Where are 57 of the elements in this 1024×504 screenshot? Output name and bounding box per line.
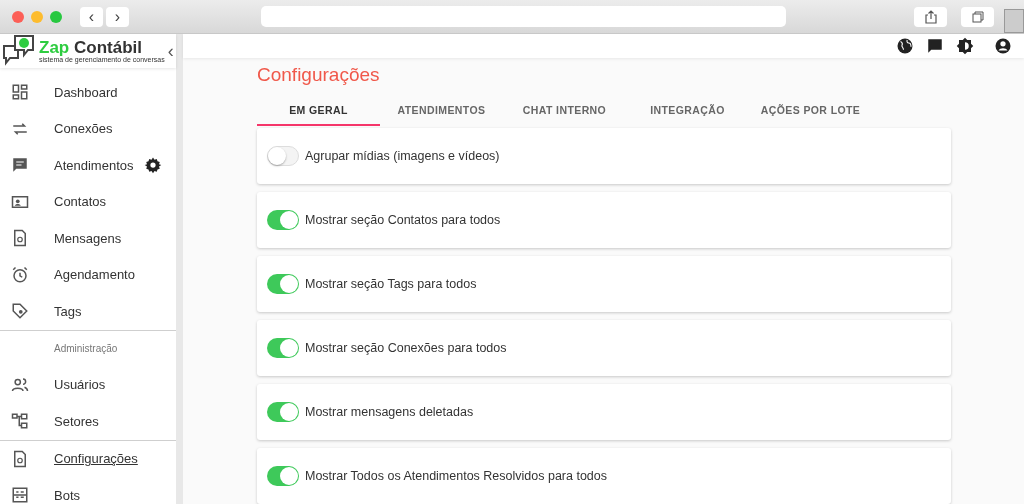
globe-icon[interactable] <box>896 37 914 55</box>
settings-icon[interactable] <box>144 156 162 175</box>
sidebar-item[interactable]: Conexões <box>54 121 113 137</box>
toggle-switch[interactable] <box>267 210 299 230</box>
tree-icon <box>11 412 29 431</box>
tag-icon <box>11 302 29 321</box>
share-icon <box>924 9 937 24</box>
setting-label: Mostrar seção Tags para todos <box>305 277 477 291</box>
tab[interactable]: AÇÕES POR LOTE <box>749 96 872 126</box>
setting-label: Mostrar Todos os Atendimentos Resolvidos para todos <box>305 469 607 483</box>
logo-text: Zap <box>39 38 70 57</box>
maximize-icon[interactable] <box>50 10 62 23</box>
sidebar-item[interactable]: Contatos <box>54 194 107 210</box>
forward-button[interactable]: › <box>106 6 129 27</box>
sidebar-item[interactable]: Agendamento <box>54 267 135 283</box>
toggle-switch[interactable] <box>267 274 299 294</box>
share-button[interactable] <box>914 6 948 27</box>
sidebar-item[interactable]: Bots <box>54 487 80 503</box>
brightness-icon[interactable] <box>956 37 974 55</box>
page-title: Configurações <box>257 64 381 87</box>
sidebar-item[interactable]: Dashboard <box>54 84 118 100</box>
tab[interactable]: EM GERAL <box>257 96 380 126</box>
sidebar-item[interactable]: Setores <box>54 413 99 429</box>
tabs-button[interactable] <box>961 6 995 27</box>
account-icon[interactable] <box>994 37 1012 55</box>
sidebar-item[interactable]: Atendimentos <box>54 157 134 173</box>
tabs-icon <box>971 10 984 23</box>
toggle-switch[interactable] <box>267 466 299 486</box>
setting-label: Mostrar seção Contatos para todos <box>305 213 501 227</box>
section-header: Administração <box>54 343 118 354</box>
toggle-switch[interactable] <box>267 402 299 422</box>
setting-label: Mostrar mensagens deletadas <box>305 405 474 419</box>
tab[interactable]: CHAT INTERNO <box>503 96 626 126</box>
sidebar-item[interactable]: Usuários <box>54 377 106 393</box>
alarm-icon <box>11 265 29 284</box>
chat-icon[interactable] <box>926 37 944 55</box>
doc-icon <box>11 229 29 248</box>
doc-icon <box>11 449 29 468</box>
sidebar-item[interactable]: Configurações <box>54 451 138 467</box>
address-field[interactable] <box>261 6 787 27</box>
logo-text: Contábil <box>73 38 142 57</box>
sidebar-item[interactable]: Tags <box>54 303 82 319</box>
list-icon <box>11 486 29 504</box>
toggle-switch[interactable] <box>267 338 299 358</box>
users-icon <box>11 375 29 394</box>
tab[interactable]: ATENDIMENTOS <box>380 96 503 126</box>
tab[interactable]: INTEGRAÇÃO <box>626 96 749 126</box>
setting-label: Agrupar mídias (imagens e vídeos) <box>305 149 500 163</box>
setting-label: Mostrar seção Conexões para todos <box>305 341 507 355</box>
dashboard-icon <box>11 83 29 102</box>
chat-icon <box>11 156 29 175</box>
toggle-switch[interactable] <box>267 146 299 166</box>
back-button[interactable]: ‹ <box>80 6 103 27</box>
collapse-button[interactable]: ‹ <box>167 40 174 62</box>
sidebar-item[interactable]: Mensagens <box>54 230 122 246</box>
close-icon[interactable] <box>12 10 24 23</box>
minimize-icon[interactable] <box>31 10 43 23</box>
